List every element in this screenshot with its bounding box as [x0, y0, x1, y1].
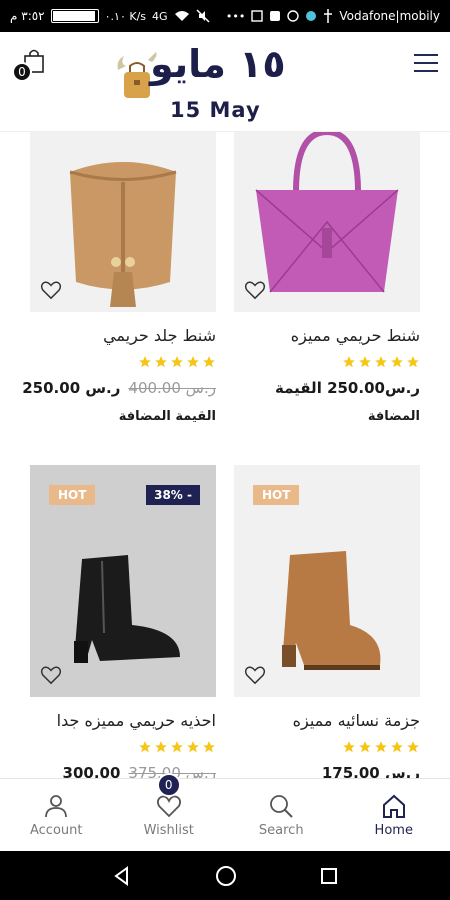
nav-account[interactable]: Account	[0, 779, 113, 851]
hot-badge: HOT	[253, 485, 300, 505]
star-icon	[407, 356, 419, 368]
bottom-nav: Account 0 Wishlist Search Home	[0, 773, 450, 851]
home-icon	[382, 794, 405, 818]
product-card[interactable]: HOT جزمة نسائيه مميزه 175.00 ر.س	[234, 465, 420, 778]
product-name[interactable]: جزمة نسائيه مميزه	[234, 711, 420, 730]
status-right: ••• Vodafone|mobily	[226, 9, 440, 23]
nav-home-label: Home	[374, 822, 413, 838]
cart-count-badge: 0	[12, 62, 32, 82]
star-icon	[171, 741, 183, 753]
product-card[interactable]: شنط حريمي مميزه ر.س250.00 القيمة المضافة	[234, 132, 420, 424]
vat-note: القيمة المضافة	[118, 409, 216, 424]
product-image[interactable]	[30, 132, 216, 312]
android-nav-bar	[0, 851, 450, 900]
nav-home[interactable]: Home	[338, 779, 450, 851]
back-icon[interactable]	[112, 865, 132, 886]
status-time: ٣:٥٢ م	[10, 9, 45, 23]
nav-wishlist[interactable]: 0 Wishlist	[113, 773, 226, 851]
star-icon	[343, 356, 355, 368]
wifi-icon	[174, 11, 189, 21]
menu-bar	[414, 70, 438, 72]
cart-button[interactable]: 0	[12, 46, 46, 82]
star-icon	[407, 741, 419, 753]
product-price: 250.00 ر.س	[22, 379, 121, 397]
whatsapp-icon	[287, 10, 300, 22]
usb-icon	[324, 9, 333, 23]
status-left: ٣:٥٢ م ٠.١٠ K/s 4G	[10, 9, 210, 23]
star-icon	[187, 741, 199, 753]
product-image[interactable]: HOT 38% -	[30, 465, 216, 697]
app-header: 0 ١٥ مايو 15 May	[0, 32, 450, 132]
signal-label: 4G	[152, 9, 168, 23]
star-icon	[359, 356, 371, 368]
product-old-price: 400.00 ر.س	[128, 379, 216, 397]
vpn-icon	[306, 11, 317, 21]
heart-icon[interactable]	[40, 665, 62, 685]
product-card[interactable]: شنط جلد حريمي 250.00 ر.س 400.00 ر.س القي…	[22, 132, 216, 424]
star-icon	[359, 741, 371, 753]
store-logo[interactable]: ١٥ مايو 15 May	[110, 36, 340, 128]
nav-account-label: Account	[30, 822, 83, 838]
menu-bar	[414, 62, 438, 64]
discount-badge: 38% -	[146, 485, 200, 505]
star-icon	[203, 741, 215, 753]
product-price: 300.00	[62, 764, 121, 778]
price-row: 175.00 ر.س	[234, 764, 420, 778]
product-card[interactable]: HOT 38% - احذيه حريمي مميزه جدا 300.00 3…	[30, 465, 216, 778]
menu-bar	[414, 54, 438, 56]
carrier-name: Vodafone|mobily	[339, 9, 440, 23]
product-image[interactable]	[234, 132, 420, 312]
star-icon	[171, 356, 183, 368]
logo-arabic-text: ١٥ مايو	[150, 42, 286, 86]
menu-button[interactable]	[414, 52, 438, 74]
product-name[interactable]: احذيه حريمي مميزه جدا	[30, 711, 216, 730]
product-price: 175.00 ر.س	[321, 764, 420, 778]
star-icon	[391, 356, 403, 368]
nav-wishlist-label: Wishlist	[143, 822, 194, 838]
product-name[interactable]: شنط جلد حريمي	[30, 326, 216, 345]
star-icon	[343, 741, 355, 753]
price-row: 300.00 375.00 ر.س	[30, 764, 216, 778]
recents-icon[interactable]	[320, 867, 338, 885]
home-circle-icon[interactable]	[215, 865, 237, 887]
data-speed-text: ٠.١٠ K/s	[104, 9, 147, 23]
star-icon	[139, 741, 151, 753]
nav-search[interactable]: Search	[225, 779, 338, 851]
star-icon	[391, 741, 403, 753]
search-icon	[270, 794, 293, 818]
rating-stars	[234, 355, 420, 369]
notification-dots-icon: •••	[225, 9, 246, 23]
user-icon	[45, 794, 68, 817]
heart-icon[interactable]	[244, 280, 266, 300]
star-icon	[375, 356, 387, 368]
status-bar: ٣:٥٢ م ٠.١٠ K/s 4G ••• Vodafone|mobily	[0, 0, 450, 32]
star-icon	[155, 356, 167, 368]
mute-icon	[196, 9, 210, 23]
star-icon	[155, 741, 167, 753]
heart-icon[interactable]	[40, 280, 62, 300]
gallery-icon	[251, 10, 264, 22]
rating-stars	[30, 740, 216, 754]
product-image[interactable]: HOT	[234, 465, 420, 697]
product-grid: شنط حريمي مميزه ر.س250.00 القيمة المضافة	[0, 132, 450, 778]
hot-badge: HOT	[49, 485, 96, 505]
wishlist-count-badge: 0	[156, 773, 181, 797]
star-icon	[187, 356, 199, 368]
price-row: 250.00 ر.س 400.00 ر.س	[22, 379, 216, 397]
app-icon	[270, 11, 281, 21]
logo-english-text: 15 May	[170, 98, 261, 122]
rating-stars	[30, 355, 216, 369]
product-price: ر.س250.00 القيمة	[274, 379, 420, 397]
product-name[interactable]: شنط حريمي مميزه	[234, 326, 420, 345]
star-icon	[203, 356, 215, 368]
nav-search-label: Search	[258, 822, 304, 838]
price-row: ر.س250.00 القيمة	[234, 379, 420, 397]
star-icon	[139, 356, 151, 368]
heart-icon[interactable]	[244, 665, 266, 685]
star-icon	[375, 741, 387, 753]
battery-icon	[50, 9, 99, 23]
rating-stars	[234, 740, 420, 754]
vat-note: المضافة	[367, 409, 420, 424]
